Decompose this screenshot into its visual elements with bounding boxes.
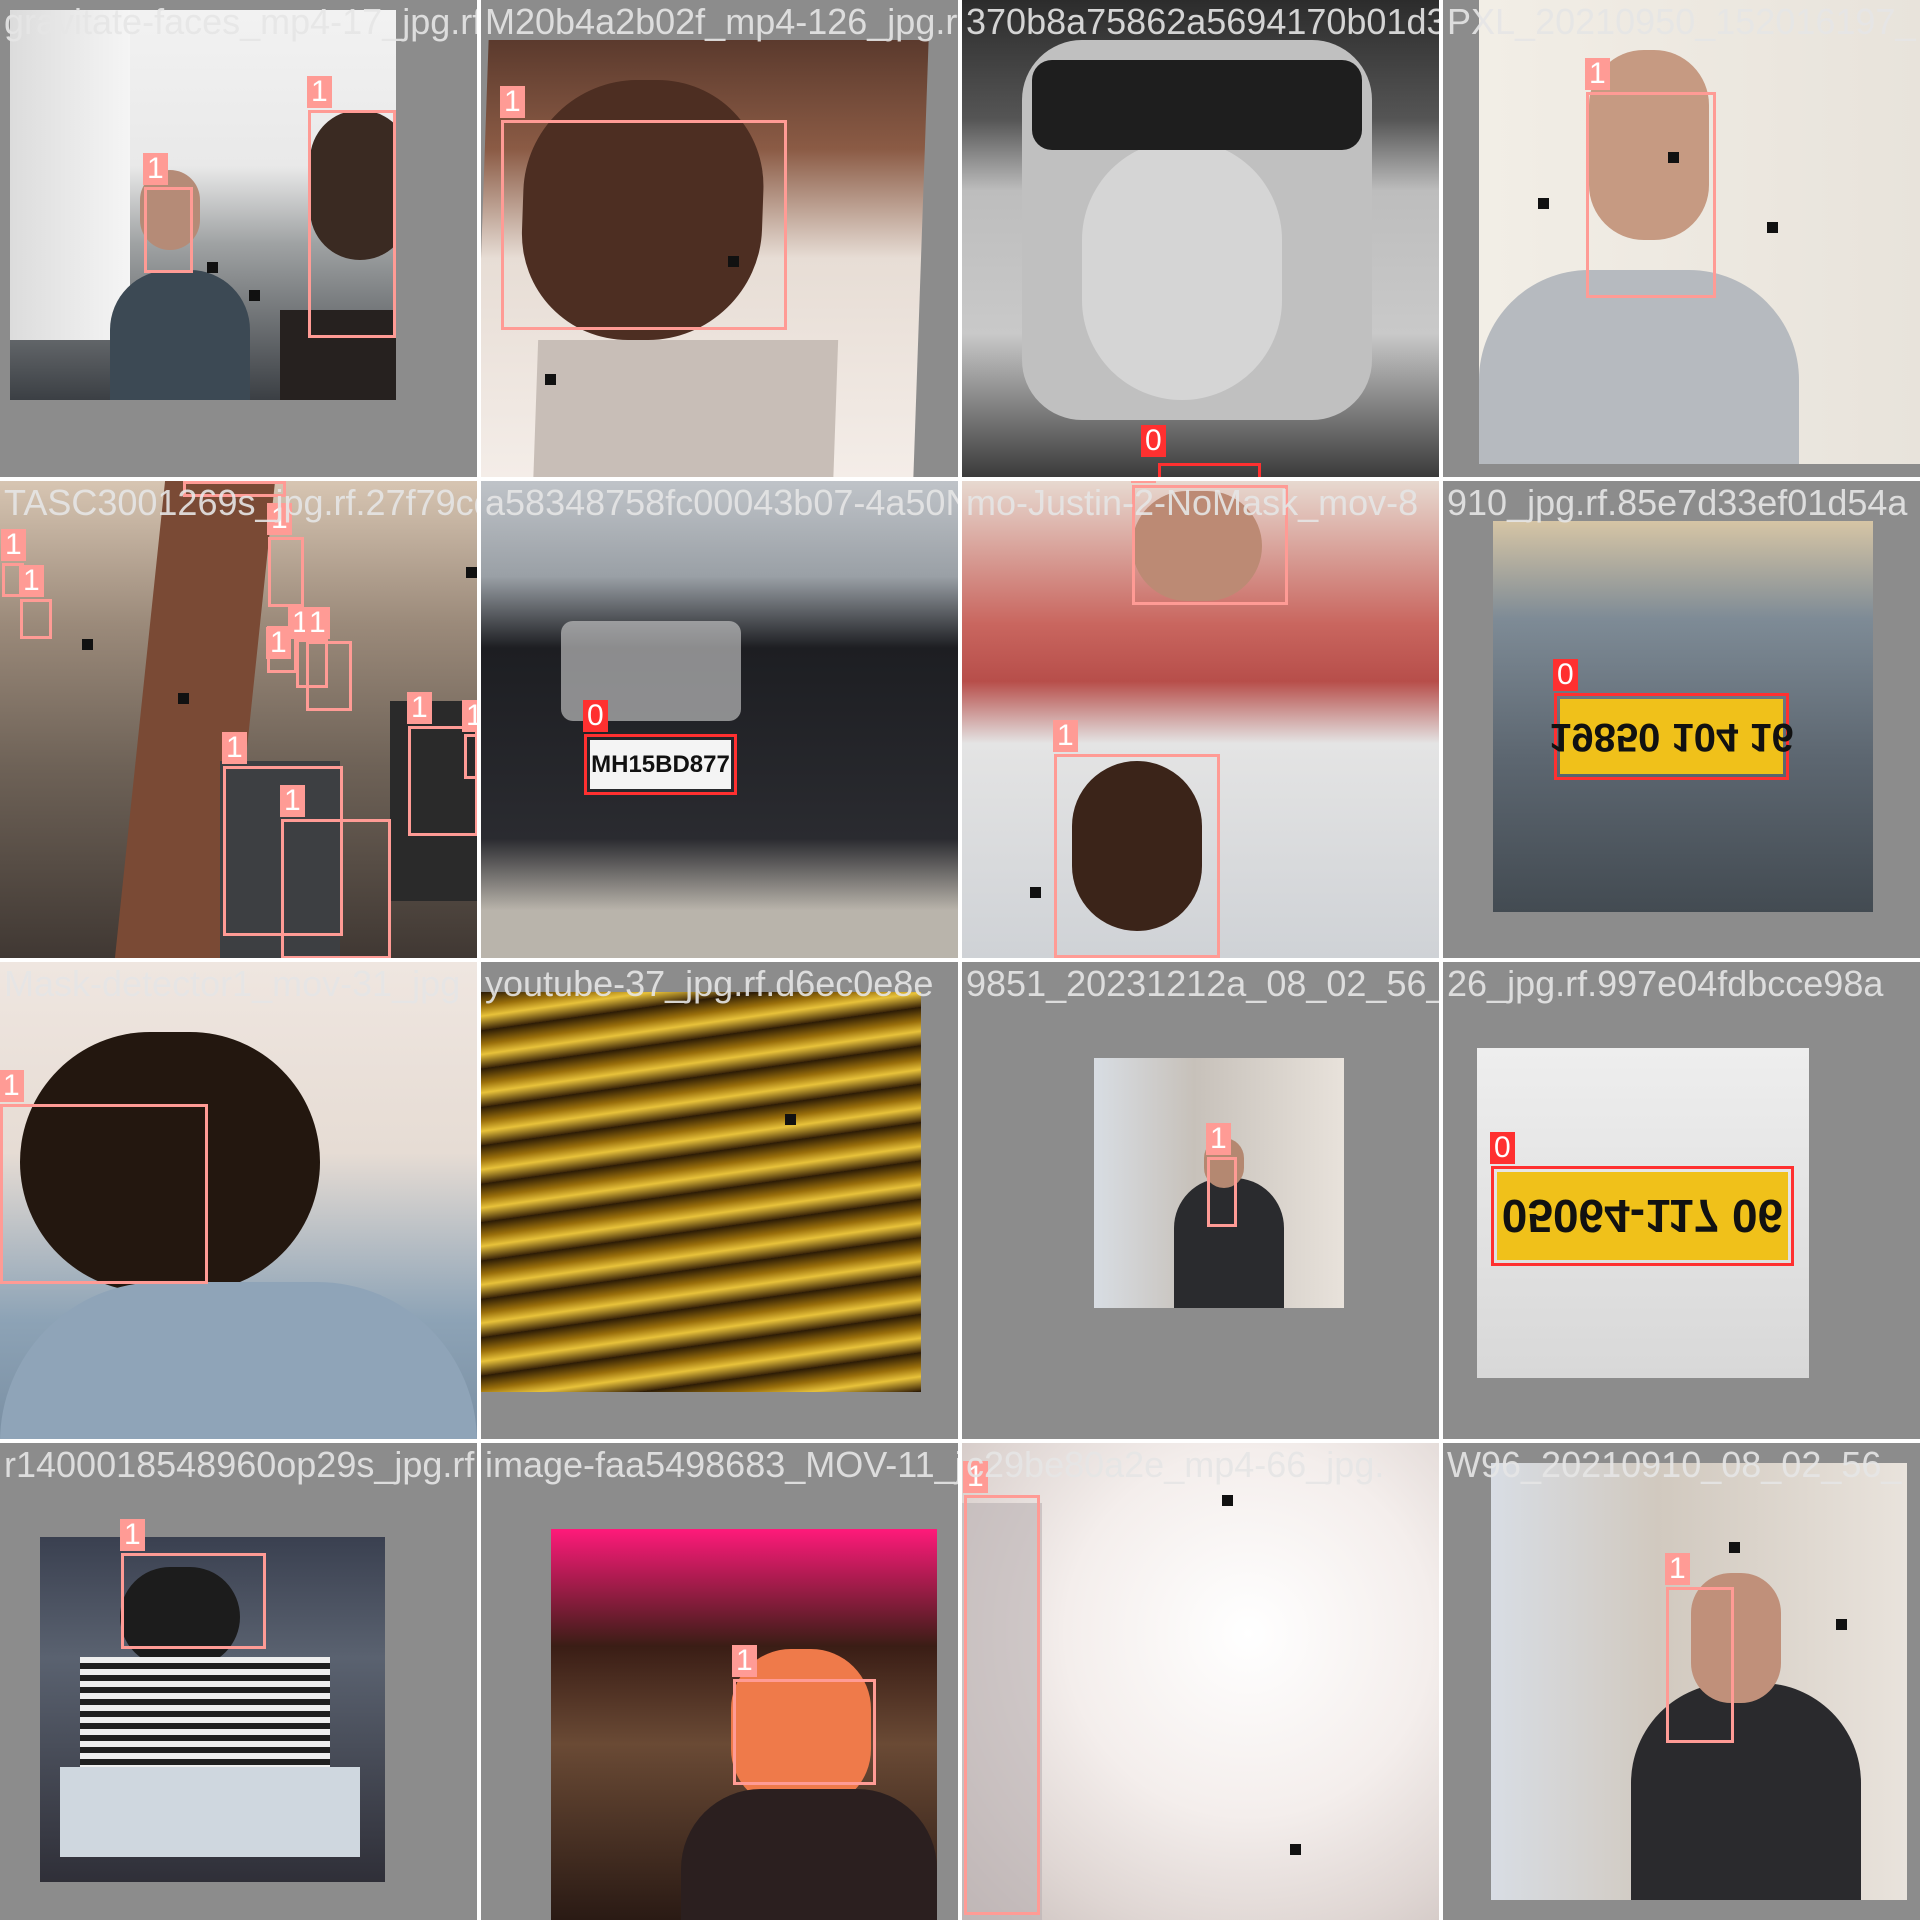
mosaic-tile-10: youtube-37_jpg.rf.d6ec0e8e xyxy=(481,962,958,1439)
face-bounding-box xyxy=(1054,754,1220,958)
class-label: 1 xyxy=(305,607,330,639)
class-label: 1 xyxy=(732,1645,757,1677)
class-label: 1 xyxy=(1,529,26,561)
face-bounding-box xyxy=(1207,1157,1237,1227)
noise-speck xyxy=(1729,1542,1740,1553)
image-filename: W96_20210910_08_02_56_ xyxy=(1447,1444,1902,1485)
class-label: 1 xyxy=(1585,58,1610,90)
class-label: 1 xyxy=(1665,1553,1690,1585)
image-filename: PXL_20210950_152016197_ xyxy=(1447,1,1916,42)
mosaic-tile-1: 1 1 gravitate-faces_mp4-17_jpg.rf. xyxy=(0,0,477,477)
noise-speck xyxy=(1290,1844,1301,1855)
mosaic-tile-14: 1 image-faa5498683_MOV-11_j xyxy=(481,1443,958,1920)
mosaic-tile-15: 1 c29be80a2e_mp4-66_jpg. xyxy=(962,1443,1439,1920)
image-filename: 910_jpg.rf.85e7d33ef01d54a xyxy=(1447,482,1908,523)
face-bounding-box xyxy=(0,1104,208,1284)
noise-speck xyxy=(178,693,189,704)
face-bounding-box xyxy=(733,1679,876,1785)
image-filename: 370b8a75862a5694170b01d3d xyxy=(966,1,1439,42)
image-filename: 9851_20231212a_08_02_56_ xyxy=(966,963,1439,1004)
class-label: 1 xyxy=(1053,720,1078,752)
image-filename: TASC3001269s_jpg.rf.27f79cd85b0e xyxy=(4,482,477,523)
class-label: 1 xyxy=(120,1519,145,1551)
mosaic-tile-13: 1 r1400018548960op29s_jpg.rf. xyxy=(0,1443,477,1920)
image-filename: a58348758fc00043b07-4a50NoMask xyxy=(485,482,958,523)
class-label: 1 xyxy=(500,86,525,118)
noise-speck xyxy=(785,1114,796,1125)
noise-speck xyxy=(466,567,477,578)
class-label: 1 xyxy=(19,565,44,597)
noise-speck xyxy=(249,290,260,301)
face-bounding-box xyxy=(268,537,304,607)
class-label: 1 xyxy=(143,153,168,185)
face-bounding-box xyxy=(1586,92,1716,298)
image-filename: r1400018548960op29s_jpg.rf. xyxy=(4,1444,477,1485)
noise-speck xyxy=(207,262,218,273)
noise-speck xyxy=(1030,887,1041,898)
image-filename: gravitate-faces_mp4-17_jpg.rf. xyxy=(4,1,477,42)
mosaic-tile-3: 0 370b8a75862a5694170b01d3d xyxy=(962,0,1439,477)
photo xyxy=(481,992,921,1392)
noise-speck xyxy=(545,374,556,385)
noise-speck xyxy=(728,256,739,267)
mosaic-tile-6: MH15BD877 0 a58348758fc00043b07-4a50NoMa… xyxy=(481,481,958,958)
face-bounding-box xyxy=(144,187,193,273)
photo xyxy=(962,0,1439,477)
class-label: 1 xyxy=(307,76,332,108)
face-bounding-box xyxy=(1666,1587,1734,1743)
face-bounding-box xyxy=(20,599,52,639)
class-label: 1 xyxy=(1206,1123,1231,1155)
face-bounding-box xyxy=(501,120,787,330)
mosaic-tile-12: 05064-117 06 0 26_jpg.rf.997e04fdbcce98a xyxy=(1443,962,1920,1439)
image-filename: mo-Justin-2-NoMask_mov-8 xyxy=(966,482,1419,523)
mosaic-tile-7: 1 1 mo-Justin-2-NoMask_mov-8 xyxy=(962,481,1439,958)
noise-speck xyxy=(1538,198,1549,209)
photo xyxy=(481,481,958,958)
image-filename: Mask-detector1_mov-31_jpg xyxy=(4,963,461,1004)
face-bounding-box xyxy=(464,734,477,779)
class-label: 1 xyxy=(266,627,291,659)
image-filename: M20b4a2b02f_mp4-126_jpg.rf. xyxy=(485,1,958,42)
face-bounding-box xyxy=(121,1553,266,1649)
noise-speck xyxy=(1222,1495,1233,1506)
noise-speck xyxy=(82,639,93,650)
image-filename: c29be80a2e_mp4-66_jpg. xyxy=(966,1444,1385,1485)
class-label: 0 xyxy=(583,700,608,732)
mosaic-tile-16: 1 W96_20210910_08_02_56_ xyxy=(1443,1443,1920,1920)
mosaic-grid: 1 1 gravitate-faces_mp4-17_jpg.rf. 1 M20… xyxy=(0,0,1920,1920)
mosaic-tile-11: 1 9851_20231212a_08_02_56_ xyxy=(962,962,1439,1439)
mosaic-tile-5: 1 1 1 1 1 1 1 1 1 1 1 TASC3001269s_jpg.r… xyxy=(0,481,477,958)
face-bounding-box xyxy=(308,110,396,338)
class-label: 1 xyxy=(222,732,247,764)
mosaic-tile-2: 1 M20b4a2b02f_mp4-126_jpg.rf. xyxy=(481,0,958,477)
class-label: 1 xyxy=(462,700,477,732)
noise-speck xyxy=(1767,222,1778,233)
face-bounding-box xyxy=(306,641,352,711)
class-label: 0 xyxy=(1490,1132,1515,1164)
plate-number: 19850 104 16 xyxy=(1549,699,1794,774)
class-label: 0 xyxy=(1141,425,1166,457)
face-bounding-box xyxy=(281,819,391,958)
plate-number: 05064-117 06 xyxy=(1497,1172,1788,1260)
class-label: 1 xyxy=(0,1070,24,1102)
face-bounding-box xyxy=(964,1495,1040,1915)
class-label: 0 xyxy=(1553,659,1578,691)
mosaic-tile-4: 1 PXL_20210950_152016197_ xyxy=(1443,0,1920,477)
image-filename: youtube-37_jpg.rf.d6ec0e8e xyxy=(485,963,934,1004)
image-filename: 26_jpg.rf.997e04fdbcce98a xyxy=(1447,963,1884,1004)
plate-bounding-box xyxy=(1158,463,1261,477)
class-label: 1 xyxy=(280,785,305,817)
plate-number: MH15BD877 xyxy=(590,740,731,789)
class-label: 1 xyxy=(407,692,432,724)
noise-speck xyxy=(1836,1619,1847,1630)
noise-speck xyxy=(1668,152,1679,163)
mosaic-tile-9: 1 Mask-detector1_mov-31_jpg xyxy=(0,962,477,1439)
image-filename: image-faa5498683_MOV-11_j xyxy=(485,1444,958,1485)
mosaic-tile-8: 19850 104 16 0 910_jpg.rf.85e7d33ef01d54… xyxy=(1443,481,1920,958)
